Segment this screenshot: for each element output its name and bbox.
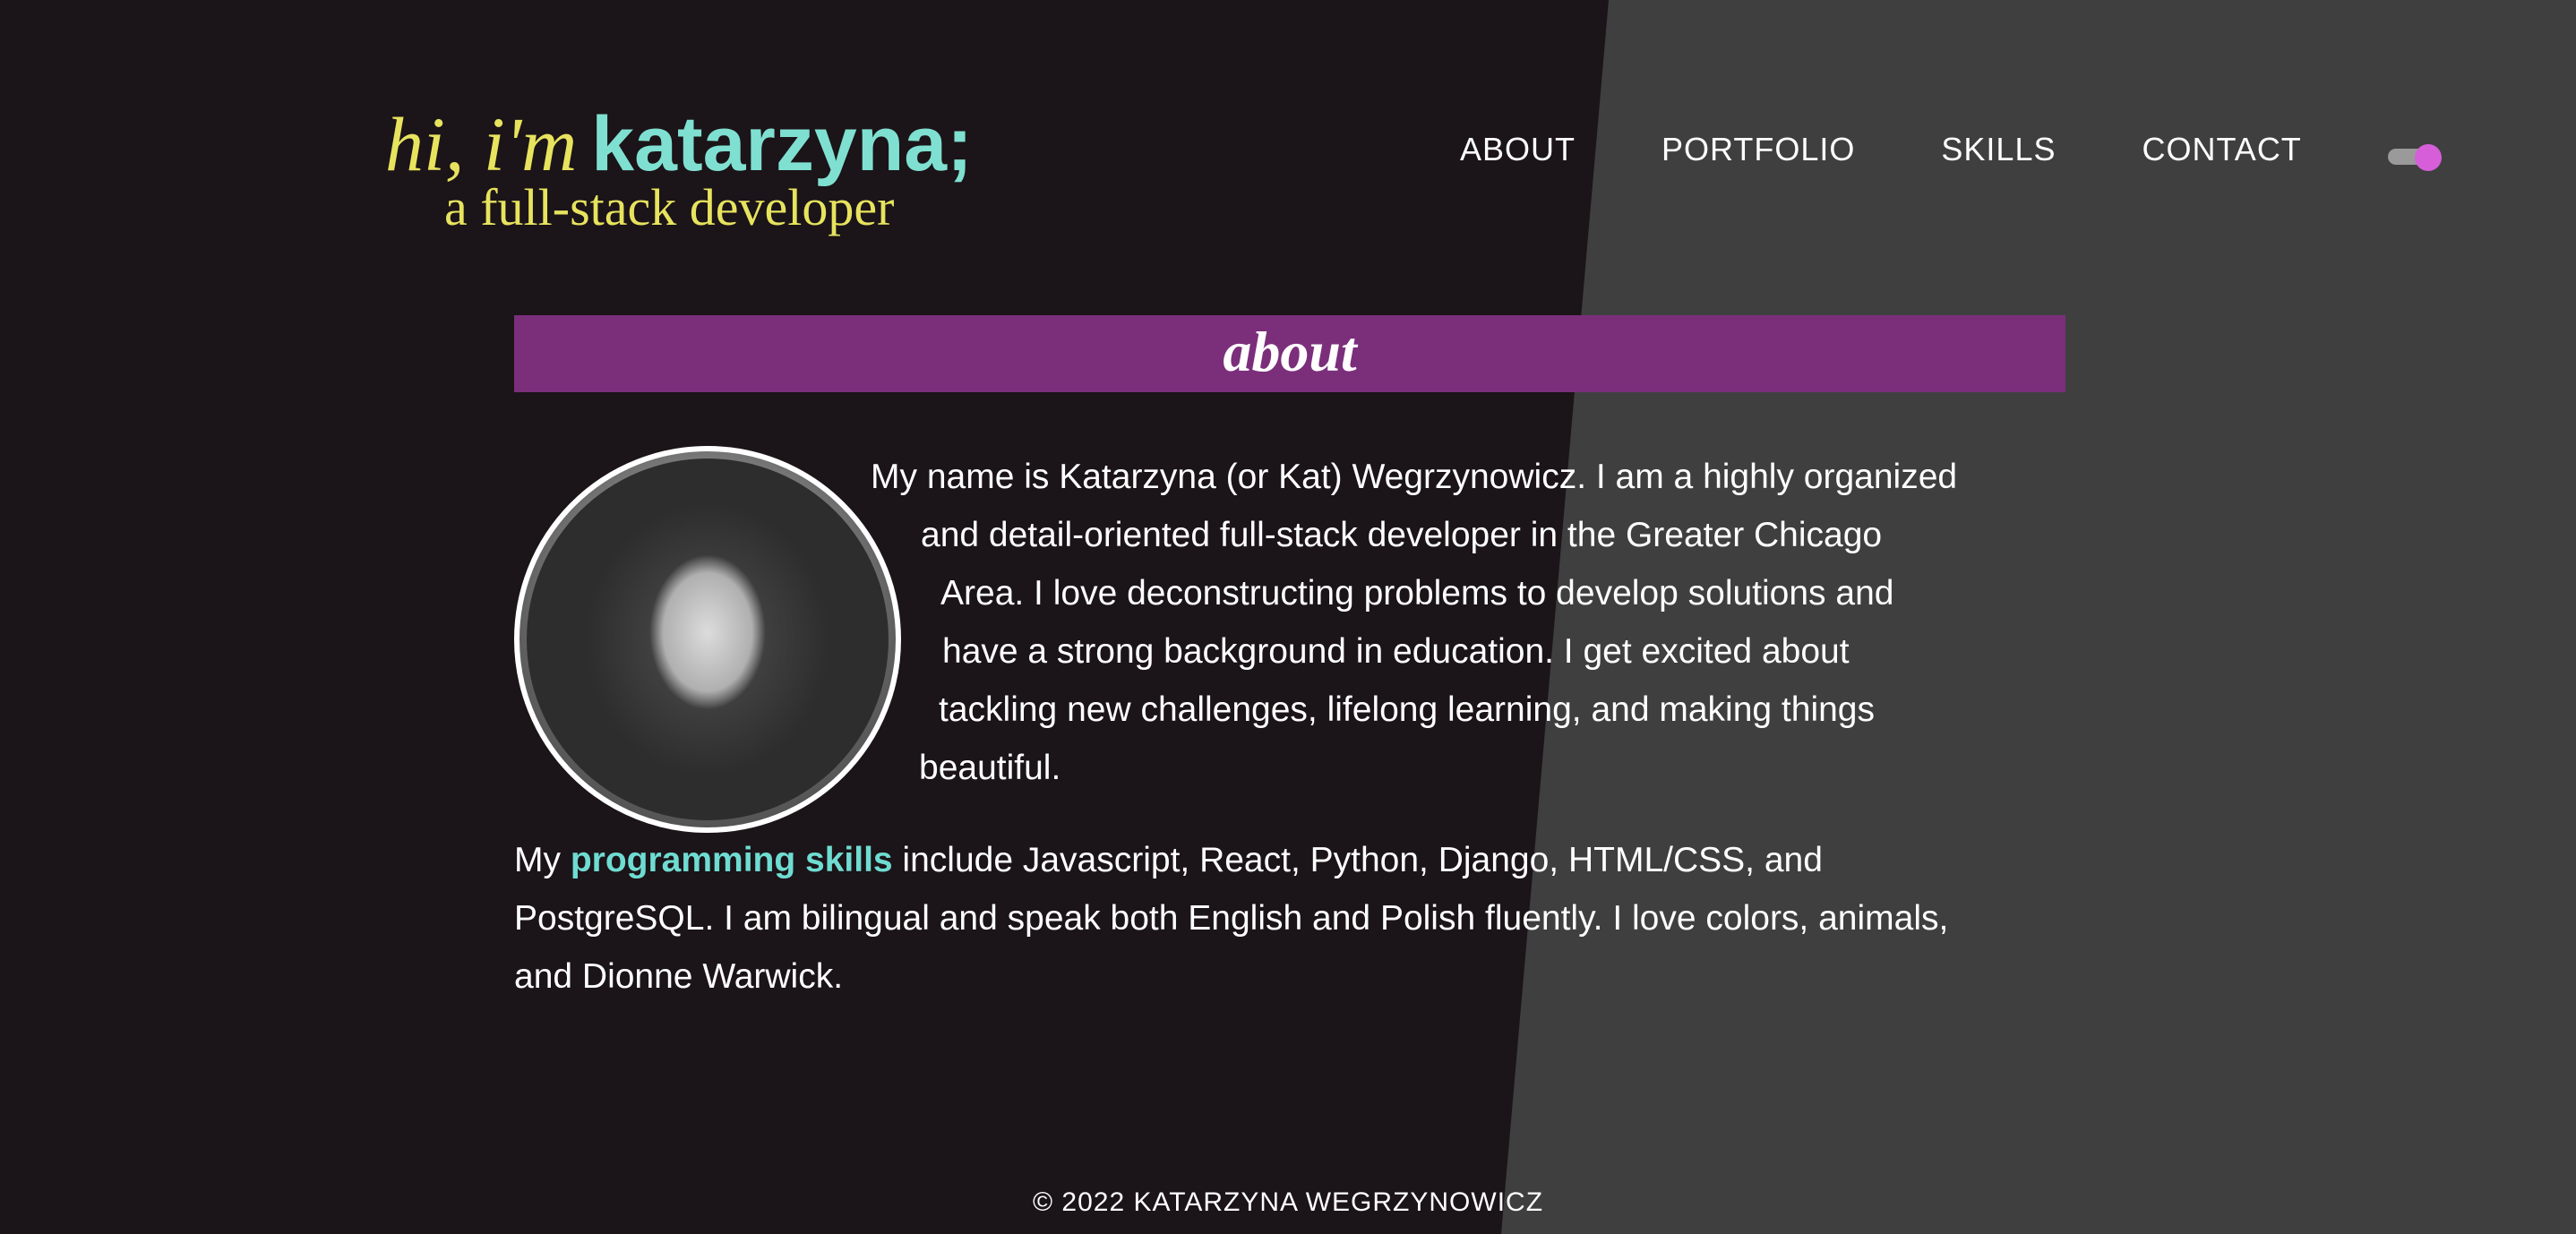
main-nav: ABOUT PORTFOLIO SKILLS CONTACT <box>1460 131 2302 168</box>
logo-hi-text: hi, i'm <box>385 101 578 187</box>
logo-greeting: hi, i'm katarzyna; <box>385 106 1003 183</box>
skills-line: My programming skills include Javascript… <box>514 831 2065 889</box>
profile-photo-image <box>527 458 889 820</box>
theme-toggle[interactable] <box>2388 144 2442 171</box>
skills-line: PostgreSQL. I am bilingual and speak bot… <box>514 899 1949 938</box>
about-section-header: about <box>514 315 2065 392</box>
logo-name-text: katarzyna; <box>591 101 973 187</box>
toggle-knob <box>2415 144 2442 171</box>
bio-line: Area. I love deconstructing problems to … <box>940 574 1894 613</box>
about-title: about <box>1223 320 1357 383</box>
bio-line: have a strong background in education. I… <box>942 632 1850 671</box>
bio-line: beautiful. <box>919 749 1061 787</box>
site-logo[interactable]: hi, i'm katarzyna; a full-stack developer <box>385 106 1003 237</box>
bio-line: tackling new challenges, lifelong learni… <box>939 690 1875 729</box>
nav-item-contact[interactable]: CONTACT <box>2142 131 2301 168</box>
skills-line: and Dionne Warwick. <box>514 957 844 996</box>
bio-line: My name is Katarzyna (or Kat) Wegrzynowi… <box>871 458 1958 496</box>
bio-paragraph: My name is Katarzyna (or Kat) Wegrzynowi… <box>860 448 2065 797</box>
skills-prefix: My <box>514 841 571 879</box>
nav-item-about[interactable]: ABOUT <box>1460 131 1576 168</box>
skills-paragraph: My programming skills include Javascript… <box>514 831 2065 1006</box>
bio-line: and detail-oriented full-stack developer… <box>921 516 1883 554</box>
profile-photo <box>514 446 901 833</box>
programming-skills-link[interactable]: programming skills <box>571 841 893 879</box>
nav-item-skills[interactable]: SKILLS <box>1941 131 2056 168</box>
footer-copyright: © 2022 KATARZYNA WEGRZYNOWICZ <box>1032 1187 1544 1217</box>
skills-line1-rest: include Javascript, React, Python, Djang… <box>892 841 1823 879</box>
nav-item-portfolio[interactable]: PORTFOLIO <box>1662 131 1855 168</box>
